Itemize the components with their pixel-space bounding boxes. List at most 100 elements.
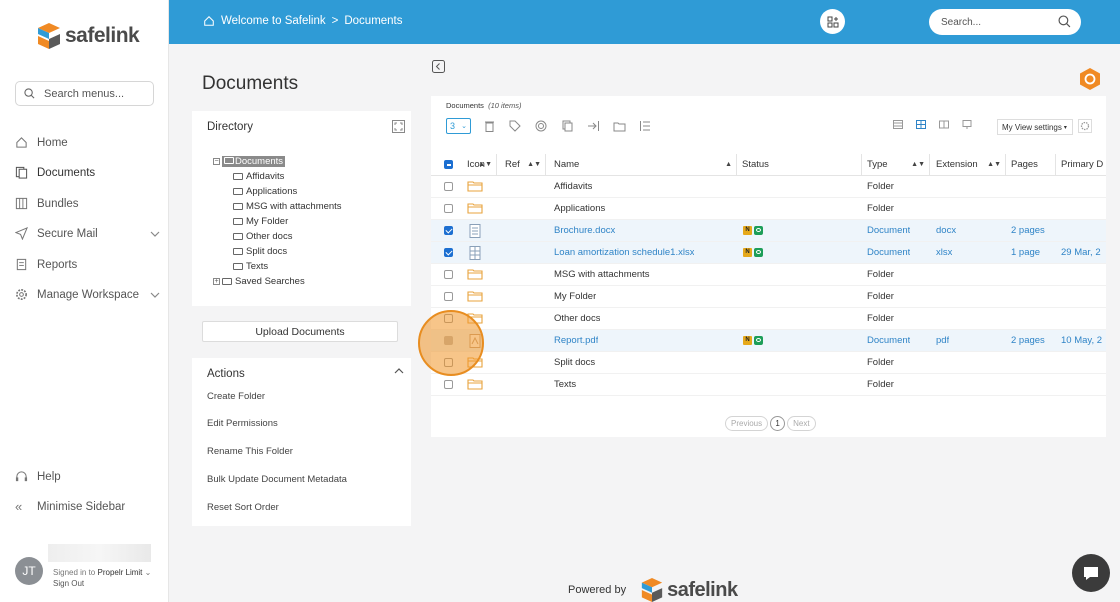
row-name[interactable]: Applications: [554, 198, 605, 220]
row-name[interactable]: Report.pdf: [554, 330, 598, 352]
row-type: Folder: [867, 357, 894, 368]
column-header-ref[interactable]: Ref ▲▼: [500, 154, 546, 176]
row-checkbox[interactable]: [444, 270, 453, 279]
sidebar-item-bundles[interactable]: Bundles: [15, 197, 160, 210]
column-header-name[interactable]: Name ▲: [549, 154, 737, 176]
upload-documents-button[interactable]: Upload Documents: [202, 321, 398, 342]
table-row[interactable]: Affidavits Folder: [431, 176, 1106, 198]
tree-folder[interactable]: Split docs: [233, 245, 287, 258]
tree-folder[interactable]: Other docs: [233, 230, 292, 243]
folder-icon: [467, 268, 483, 283]
table-row[interactable]: Other docs Folder: [431, 308, 1106, 330]
table-row[interactable]: Loan amortization schedule1.xlsx N Docum…: [431, 242, 1106, 264]
action-create-folder[interactable]: Create Folder: [207, 391, 265, 402]
expand-icon[interactable]: [392, 120, 405, 133]
sidebar-item-reports[interactable]: Reports: [15, 258, 160, 271]
chevron-up-icon[interactable]: [394, 366, 404, 376]
grid-view-icon[interactable]: [916, 120, 926, 132]
table-row[interactable]: My Folder Folder: [431, 286, 1106, 308]
row-checkbox[interactable]: [444, 248, 453, 257]
row-name[interactable]: Brochure.docx: [554, 220, 615, 242]
sidebar-search[interactable]: [15, 81, 154, 106]
tree-folder[interactable]: My Folder: [233, 215, 288, 228]
table-row[interactable]: Applications Folder: [431, 198, 1106, 220]
sidebar-search-input[interactable]: [44, 87, 144, 100]
tree-root-label[interactable]: Documents: [222, 156, 286, 167]
row-name[interactable]: My Folder: [554, 286, 596, 308]
quick-actions-button[interactable]: [820, 9, 845, 34]
signed-in-info[interactable]: Signed in to Propelr Limit ⌄: [53, 568, 151, 577]
safelink-logo-icon: [641, 578, 663, 602]
folder-upload-icon[interactable]: [611, 118, 627, 134]
column-header-extension[interactable]: Extension ▲▼: [931, 154, 1006, 176]
presentation-icon[interactable]: [962, 120, 972, 132]
tree-folder[interactable]: Affidavits: [233, 170, 284, 183]
select-all-checkbox[interactable]: [444, 160, 453, 169]
collapse-panel-icon[interactable]: [432, 60, 445, 73]
column-header-pages[interactable]: Pages: [1006, 154, 1056, 176]
row-type: Folder: [867, 181, 894, 192]
column-header-primary-date[interactable]: Primary D: [1056, 154, 1106, 176]
row-name[interactable]: Split docs: [554, 352, 595, 374]
collapse-icon[interactable]: −: [213, 158, 220, 165]
sidebar-item-label: Manage Workspace: [37, 288, 140, 301]
row-checkbox[interactable]: [444, 380, 453, 389]
breadcrumb-home[interactable]: Welcome to Safelink: [221, 15, 326, 27]
sort-order-icon[interactable]: [637, 118, 653, 134]
sidebar-item-home[interactable]: Home: [15, 136, 160, 149]
list-view-icon[interactable]: [893, 120, 903, 132]
eye-icon: [754, 225, 763, 235]
column-header-icon[interactable]: Icon ▲▼: [462, 154, 497, 176]
column-header-type[interactable]: Type ▲▼: [862, 154, 930, 176]
tag-icon[interactable]: [507, 118, 523, 134]
row-name[interactable]: MSG with attachments: [554, 264, 650, 286]
row-checkbox[interactable]: [444, 226, 453, 235]
move-to-icon[interactable]: [585, 118, 601, 134]
pagination-previous[interactable]: Previous: [725, 416, 769, 431]
tree-folder[interactable]: MSG with attachments: [233, 200, 342, 213]
delete-icon[interactable]: [481, 118, 497, 134]
safelink-logo[interactable]: safelink: [36, 22, 140, 50]
action-edit-permissions[interactable]: Edit Permissions: [207, 418, 278, 429]
action-rename-folder[interactable]: Rename This Folder: [207, 446, 293, 457]
tree-saved-searches[interactable]: + Saved Searches: [213, 275, 305, 288]
sidebar-item-help[interactable]: Help: [15, 470, 160, 483]
fingerprint-icon[interactable]: [533, 118, 549, 134]
row-checkbox[interactable]: [444, 292, 453, 301]
table-row[interactable]: MSG with attachments Folder: [431, 264, 1106, 286]
table-row[interactable]: Split docs Folder: [431, 352, 1106, 374]
chat-button[interactable]: [1072, 554, 1110, 592]
row-name[interactable]: Loan amortization schedule1.xlsx: [554, 242, 694, 264]
column-header-status[interactable]: Status: [737, 154, 862, 176]
action-reset-sort-order[interactable]: Reset Sort Order: [207, 502, 279, 513]
page-size-select[interactable]: 3 ⌄: [446, 118, 471, 134]
row-name[interactable]: Other docs: [554, 308, 600, 330]
view-settings-select[interactable]: My View settings ▾: [997, 119, 1073, 135]
gear-icon[interactable]: [1078, 119, 1092, 133]
sidebar-item-manage-workspace[interactable]: Manage Workspace: [15, 288, 160, 301]
pagination-page[interactable]: 1: [770, 416, 786, 431]
global-search[interactable]: [929, 9, 1081, 35]
table-row[interactable]: Report.pdf N Document pdf 2 pages 10 May…: [431, 330, 1106, 352]
action-bulk-update-metadata[interactable]: Bulk Update Document Metadata: [207, 474, 347, 485]
tree-folder[interactable]: Texts: [233, 260, 268, 273]
table-row[interactable]: Brochure.docx N Document docx 2 pages: [431, 220, 1106, 242]
copy-icon[interactable]: [559, 118, 575, 134]
minimise-sidebar-button[interactable]: « Minimise Sidebar: [15, 499, 160, 514]
row-checkbox[interactable]: [444, 182, 453, 191]
pagination-next[interactable]: Next: [787, 416, 816, 431]
sign-out-link[interactable]: Sign Out: [53, 579, 84, 588]
sidebar-item-documents[interactable]: Documents: [15, 166, 160, 179]
row-name[interactable]: Texts: [554, 374, 576, 396]
row-name[interactable]: Affidavits: [554, 176, 592, 198]
table-row[interactable]: Texts Folder: [431, 374, 1106, 396]
sidebar-item-secure-mail[interactable]: Secure Mail: [15, 227, 160, 240]
search-icon[interactable]: [1058, 15, 1071, 28]
expand-icon[interactable]: +: [213, 278, 220, 285]
settings-hex-icon[interactable]: [1079, 67, 1101, 91]
tree-root[interactable]: − Documents: [213, 155, 286, 168]
tree-folder[interactable]: Applications: [233, 185, 297, 198]
book-view-icon[interactable]: [939, 120, 949, 132]
global-search-input[interactable]: [941, 16, 1051, 28]
row-checkbox[interactable]: [444, 204, 453, 213]
